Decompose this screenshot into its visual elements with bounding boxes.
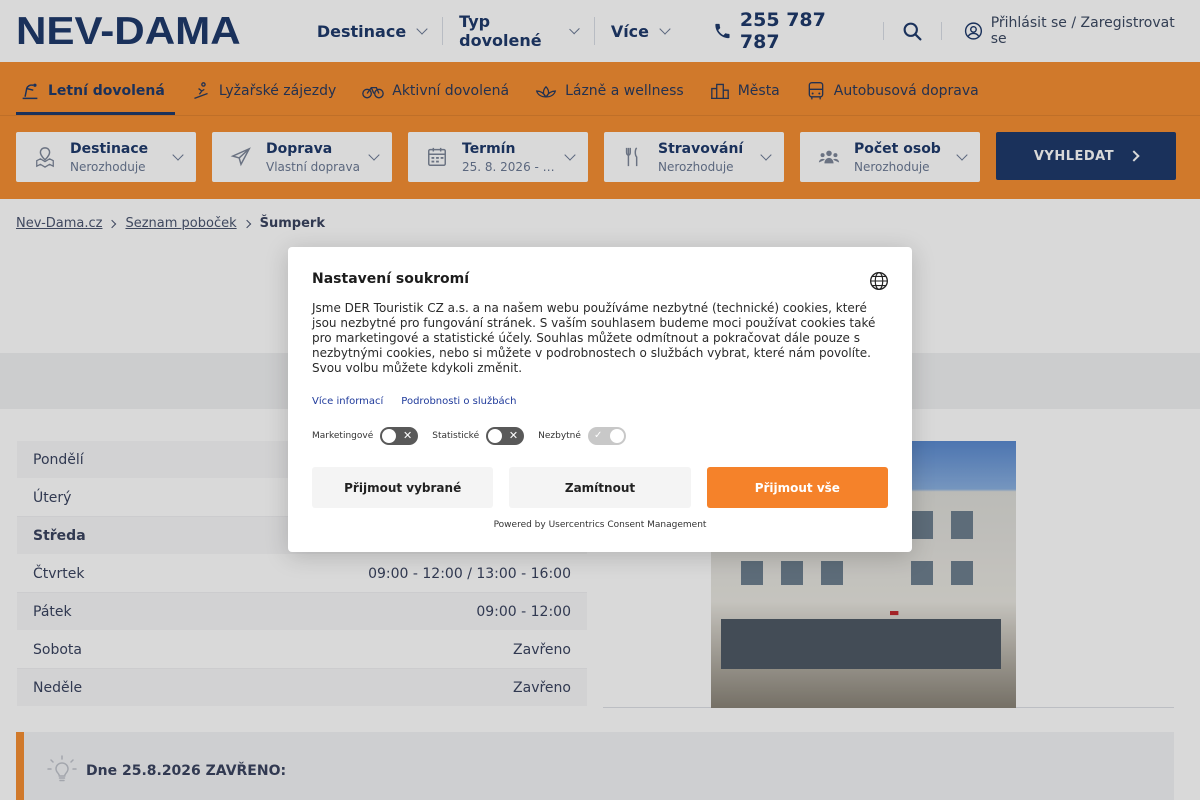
accept-all-button[interactable]: Přijmout vše [706, 467, 888, 508]
powered-by: Powered by Usercentrics Consent Manageme… [493, 520, 707, 530]
dialog-buttons: Přijmout vybrané Zamítnout Přijmout vše [312, 467, 888, 508]
stats-toggle-group: Statistické ✕ [432, 427, 525, 445]
marketing-toggle[interactable]: ✕ [380, 427, 419, 445]
toggle-label: Statistické [432, 431, 480, 441]
toggle-label: Marketingové [312, 431, 374, 441]
dialog-links: Více informací Podrobnosti o službách [312, 396, 888, 407]
necessary-toggle-group: Nezbytné ✓ [538, 427, 626, 445]
statistics-toggle[interactable]: ✕ [486, 427, 525, 445]
toggle-label: Nezbytné [538, 431, 581, 441]
service-details-link[interactable]: Podrobnosti o službách [401, 396, 516, 407]
consent-toggles: Marketingové ✕ Statistické ✕ Nezbytné ✓ [312, 427, 888, 445]
close-icon: ✕ [403, 429, 413, 442]
more-info-link[interactable]: Více informací [312, 396, 383, 407]
reject-button[interactable]: Zamítnout [509, 467, 691, 508]
privacy-settings-dialog: Nastavení soukromí Jsme DER Touristik CZ… [288, 247, 912, 552]
accept-selected-button[interactable]: Přijmout vybrané [312, 467, 494, 508]
globe-icon[interactable] [869, 271, 889, 291]
check-icon: ✓ [593, 430, 603, 441]
dialog-text: Jsme DER Touristik CZ a.s. a na našem we… [312, 301, 876, 375]
marketing-toggle-group: Marketingové ✕ [312, 427, 419, 445]
dialog-title: Nastavení soukromí [312, 271, 470, 287]
close-icon: ✕ [508, 429, 519, 442]
necessary-toggle: ✓ [587, 427, 626, 445]
